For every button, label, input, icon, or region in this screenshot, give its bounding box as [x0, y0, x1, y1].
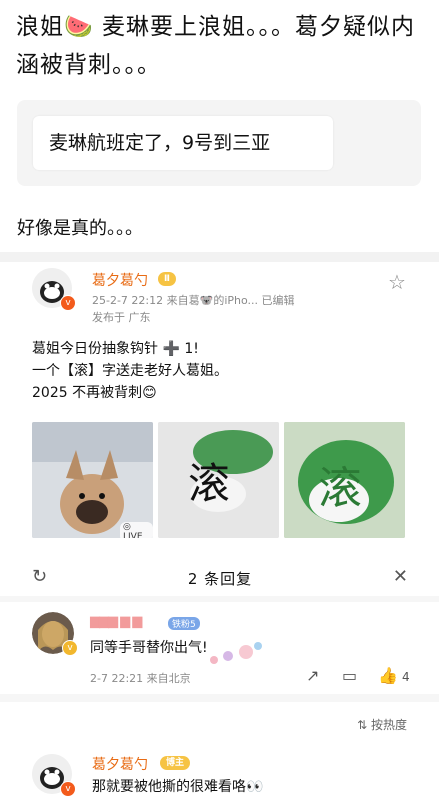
- username[interactable]: 葛夕葛勺: [92, 270, 148, 290]
- replies-header: ↻ 2 条回复 ✕: [16, 562, 424, 596]
- divider: [0, 252, 439, 262]
- quote-text: 麦琳航班定了，9号到三亚: [49, 132, 271, 154]
- sort-by-hotness[interactable]: ⇅ 按热度: [357, 716, 407, 733]
- article-line: 好像是真的。。。: [17, 218, 143, 239]
- reply-username[interactable]: ▆▆▆ ▆ ▆: [90, 614, 142, 629]
- post-text-line-1: 葛姐今日份抽象钩针 ➕ 1!: [32, 341, 199, 357]
- reply-username[interactable]: 葛夕葛勺: [92, 754, 148, 774]
- post-image-2[interactable]: 滚: [158, 422, 279, 538]
- reply-text: 同等手哥替你出气!: [90, 640, 208, 656]
- post-text-line-3: 2025 不再被背刺😊: [32, 385, 157, 401]
- post-image-1[interactable]: ◎ LIVE: [32, 422, 153, 538]
- replies-title: 2 条回复: [187, 570, 253, 588]
- post-location: 发布于 广东: [92, 311, 151, 324]
- reply-text: 那就要被他撕的很难看咯👀: [92, 779, 264, 795]
- divider: [0, 694, 439, 702]
- verified-badge-icon: v: [62, 640, 78, 656]
- divider: [0, 596, 439, 602]
- share-icon[interactable]: ↗: [306, 666, 319, 685]
- post-image-3[interactable]: 滚: [284, 422, 405, 538]
- like-count: 4: [402, 670, 410, 684]
- comment-icon[interactable]: ▭: [342, 666, 357, 685]
- quote-card: 麦琳航班定了，9号到三亚: [33, 116, 333, 170]
- article-title: 浪姐🍉 麦琳要上浪姐。。。葛夕疑似内涵被背刺。。。: [16, 14, 415, 78]
- dog-photo-icon: [32, 422, 153, 538]
- verified-badge-icon: v: [60, 295, 76, 311]
- post-meta: 25-2-7 22:12 来自葛🐨的iPho... 已编辑: [92, 294, 295, 307]
- live-label: ◎ LIVE: [120, 522, 153, 538]
- close-icon[interactable]: ✕: [393, 566, 408, 587]
- star-icon[interactable]: ☆: [388, 270, 406, 294]
- sticker-icon: [206, 640, 262, 666]
- crochet-glyph-3: 滚: [318, 463, 362, 514]
- reply-meta: 2-7 22:21 来自北京: [90, 672, 191, 685]
- blogger-badge: 博主: [160, 756, 191, 770]
- fan-badge: 铁粉5: [168, 617, 200, 630]
- post-text-line-2: 一个【滚】字送走老好人葛姐。: [32, 363, 228, 379]
- like-icon[interactable]: 👍: [378, 666, 398, 685]
- verified-badge-icon: v: [60, 781, 76, 797]
- crochet-glyph: 滚: [188, 459, 231, 508]
- quote-box: 麦琳航班定了，9号到三亚: [17, 100, 421, 186]
- level-badge: Ⅱ: [158, 272, 176, 286]
